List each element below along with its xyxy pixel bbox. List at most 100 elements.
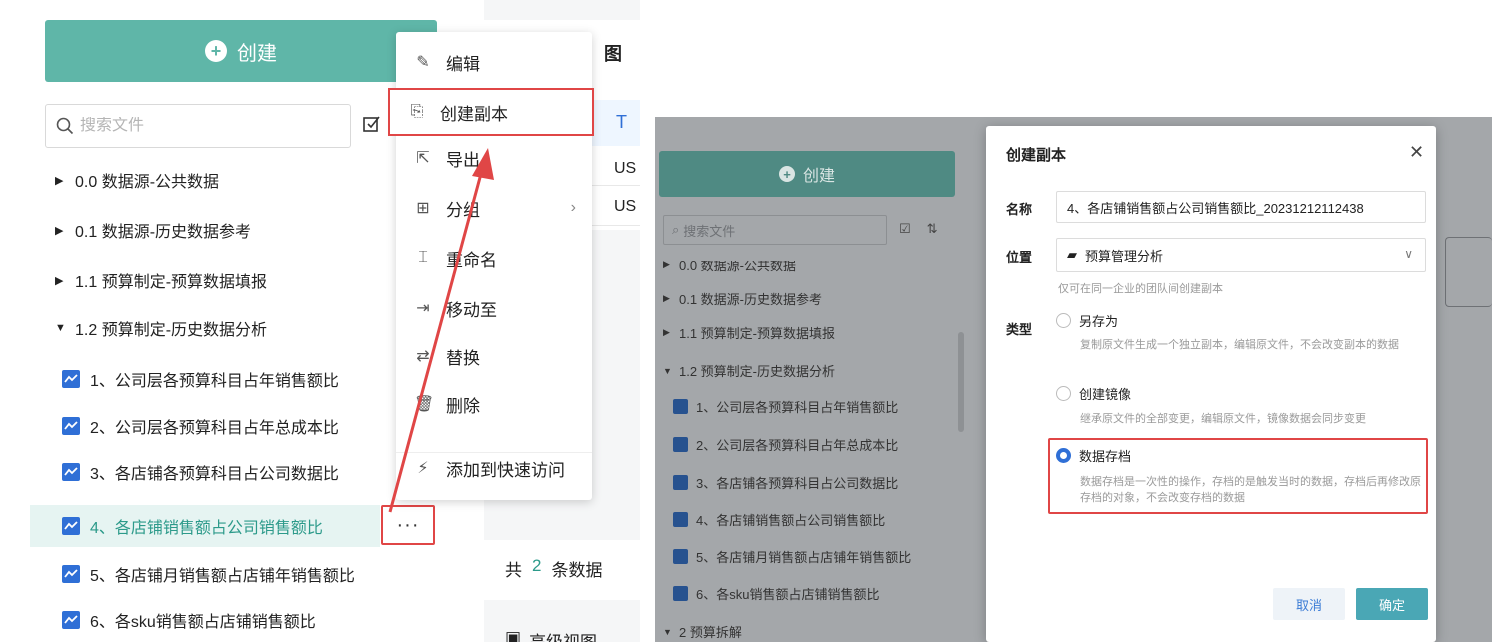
menu-item-copy[interactable]: ⎘ 创建副本 [388, 88, 594, 136]
file-item[interactable]: 2、公司层各预算科目占年总成本比 [673, 435, 898, 454]
scrollbar[interactable] [958, 332, 964, 432]
file-label: 2、公司层各预算科目占年总成本比 [90, 420, 339, 437]
create-button-label: 创建 [802, 168, 835, 185]
folder-item[interactable]: ▼ 1.2 预算制定-历史数据分析 [55, 316, 267, 340]
folder-label: 2 预算拆解 [679, 625, 742, 640]
search-input[interactable] [80, 117, 320, 135]
confirm-button[interactable]: 确定 [1356, 588, 1428, 620]
line-chart-icon [62, 611, 80, 629]
folder-item[interactable]: ▼ 1.2 预算制定-历史数据分析 [663, 361, 835, 380]
menu-item-rename[interactable]: ⌶ 重命名 [396, 234, 592, 282]
file-item[interactable]: 4、各店铺销售额占公司销售额比 [673, 510, 885, 529]
menu-item-label: 移动至 [446, 300, 497, 320]
folder-label: 0.1 数据源-历史数据参考 [75, 224, 252, 241]
count-value: 2 [532, 556, 542, 575]
menu-item-label: 添加到快速访问 [446, 460, 565, 480]
radio-button[interactable] [1056, 313, 1071, 328]
right-panel: + 创建 ⌕ 搜索文件 ☑ ⇅ ▶ 0.0 数据源-公共数据 ▶ 0.1 数据源-历史… [655, 117, 1492, 642]
advanced-view-tab[interactable]: ▣ 高级视图 [505, 628, 597, 642]
file-label: 4、各店铺销售额占公司销售额比 [696, 513, 886, 528]
file-label: 4、各店铺销售额占公司销售额比 [90, 520, 323, 537]
move-icon: ⇥ [416, 300, 430, 317]
menu-item-export[interactable]: ⇱ 导出 [396, 134, 592, 182]
folder-item[interactable]: ▶ 0.0 数据源-公共数据 [55, 168, 219, 192]
caret-right-icon: ▶ [663, 293, 670, 303]
radio-option[interactable]: 创建镜像 [1056, 384, 1131, 403]
search-icon: ⌕ [672, 222, 680, 237]
file-item[interactable]: 1、公司层各预算科目占年销售额比 [673, 397, 898, 416]
caret-right-icon: ▶ [55, 174, 64, 187]
caret-right-icon: ▶ [55, 274, 64, 287]
caret-down-icon: ▼ [55, 322, 66, 334]
file-item[interactable]: 3、各店铺各预算科目占公司数据比 [62, 460, 339, 484]
location-value: 预算管理分析 [1085, 248, 1164, 264]
more-actions-button[interactable]: ··· [381, 505, 435, 545]
left-panel: + 创建 ▶ 0.0 数据源-公共数据 ▶ 0.1 数据源-历史数据参考 ▶ 1.1 预算… [0, 0, 640, 642]
file-item[interactable]: 6、各sku销售额占店铺销售额比 [62, 608, 316, 632]
folder-item[interactable]: ▶ 0.1 数据源-历史数据参考 [55, 218, 251, 242]
line-chart-icon [673, 399, 688, 414]
folder-label: 0.0 数据源-公共数据 [75, 174, 220, 191]
folder-icon: ▰ [1067, 247, 1077, 262]
create-button-dimmed[interactable]: + 创建 [659, 151, 955, 197]
multi-select-icon[interactable]: ☑ [899, 221, 911, 237]
count-suffix: 条数据 [551, 561, 603, 580]
radio-option[interactable]: 另存为 [1056, 311, 1118, 330]
name-value: 4、各店铺销售额占公司销售额比_20231212112438 [1067, 200, 1364, 216]
file-item[interactable]: 4、各店铺销售额占公司销售额比 [62, 514, 323, 538]
rename-icon: ⌶ [418, 249, 428, 266]
search-box[interactable] [45, 104, 351, 148]
annotation-highlight-box [1048, 438, 1428, 514]
line-chart-icon [62, 417, 80, 435]
file-item[interactable]: 3、各店铺各预算科目占公司数据比 [673, 473, 898, 492]
radio-button[interactable] [1056, 386, 1071, 401]
file-item[interactable]: 5、各店铺月销售额占店铺年销售额比 [673, 547, 911, 566]
file-label: 3、各店铺各预算科目占公司数据比 [696, 476, 899, 491]
folder-label: 0.1 数据源-历史数据参考 [679, 292, 823, 307]
file-item[interactable]: 5、各店铺月销售额占店铺年销售额比 [62, 562, 355, 586]
menu-item-replace[interactable]: ⇄ 替换 [396, 332, 592, 380]
search-placeholder: 搜索文件 [683, 223, 736, 239]
file-item[interactable]: 2、公司层各预算科目占年总成本比 [62, 414, 339, 438]
file-label: 1、公司层各预算科目占年销售额比 [696, 400, 899, 415]
edit-icon: ✎ [416, 54, 430, 71]
cancel-button[interactable]: 取消 [1273, 588, 1345, 620]
more-icon: ··· [396, 513, 420, 536]
name-field[interactable]: 4、各店铺销售额占公司销售额比_20231212112438 [1056, 191, 1426, 223]
menu-item-quick-access[interactable]: ⚡ 添加到快速访问 [396, 444, 592, 492]
menu-item-delete[interactable]: 🗑 删除 [396, 380, 592, 428]
type-label: 类型 [1006, 322, 1033, 337]
sort-icon[interactable]: ⇅ [927, 221, 938, 237]
table-cell: US [614, 160, 637, 177]
location-hint: 仅可在同一企业的团队间创建副本 [1058, 283, 1223, 295]
folder-item[interactable]: ▶ 1.1 预算制定-预算数据填报 [55, 268, 267, 292]
menu-item-label: 导出 [446, 150, 480, 170]
chevron-right-icon: › [570, 199, 576, 216]
create-button[interactable]: + 创建 [45, 20, 437, 82]
line-chart-icon [62, 565, 80, 583]
file-label: 2、公司层各预算科目占年总成本比 [696, 438, 899, 453]
close-icon[interactable]: ✕ [1409, 142, 1424, 163]
line-chart-icon [673, 475, 688, 490]
menu-item-edit[interactable]: ✎ 编辑 [396, 38, 592, 86]
location-label: 位置 [1006, 250, 1033, 265]
line-chart-icon [673, 549, 688, 564]
menu-item-move[interactable]: ⇥ 移动至 [396, 284, 592, 332]
create-copy-dialog: 创建副本 ✕ 名称 4、各店铺销售额占公司销售额比_20231212112438… [986, 126, 1436, 642]
folder-item[interactable]: ▶ 0.1 数据源-历史数据参考 [663, 289, 822, 308]
table-column-header-text: T [616, 112, 627, 132]
menu-item-group[interactable]: ⊞ 分组 › [396, 184, 592, 232]
name-label: 名称 [1006, 202, 1033, 217]
search-box-dimmed[interactable]: ⌕ 搜索文件 [663, 215, 887, 245]
folder-item[interactable]: ▼ 2 预算拆解 [663, 622, 742, 641]
multi-select-icon[interactable] [362, 114, 382, 134]
caret-down-icon: ▼ [663, 626, 672, 637]
context-menu: ✎ 编辑 ⎘ 创建副本 ⇱ 导出 ⊞ 分组 › ⌶ 重命名 ⇥ 移动至 ⇄ 替换 🗑 删除 ⚡ 添加到快速访问 [388, 32, 594, 500]
file-item[interactable]: 6、各sku销售额占店铺销售额比 [673, 584, 879, 603]
folder-item[interactable]: ▶ 1.1 预算制定-预算数据填报 [663, 323, 835, 342]
radio-label: 创建镜像 [1079, 387, 1132, 402]
location-select[interactable]: ▰ 预算管理分析 ∨ [1056, 238, 1426, 272]
file-label: 6、各sku销售额占店铺销售额比 [90, 614, 316, 631]
line-chart-icon [673, 586, 688, 601]
file-item[interactable]: 1、公司层各预算科目占年销售额比 [62, 367, 339, 391]
